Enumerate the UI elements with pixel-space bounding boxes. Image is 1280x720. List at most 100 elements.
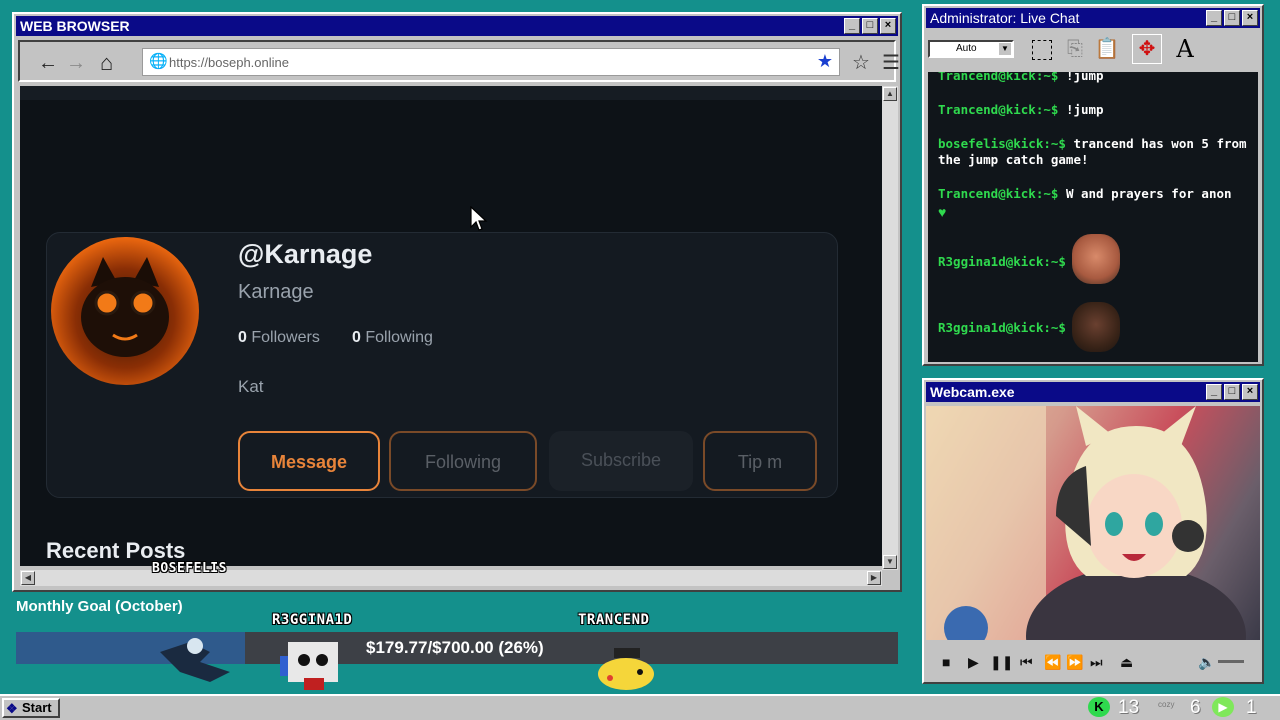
- minimize-button[interactable]: _: [1206, 10, 1222, 26]
- skip-back-icon[interactable]: ⏮: [1020, 654, 1033, 671]
- fast-forward-icon[interactable]: ⏩: [1066, 654, 1083, 671]
- globe-icon: 🌐: [149, 53, 168, 70]
- stat-followers: 6: [1190, 697, 1201, 718]
- font-size-value: Auto: [956, 43, 977, 54]
- close-button[interactable]: ×: [1242, 10, 1258, 26]
- url-text[interactable]: https://boseph.online: [169, 55, 289, 70]
- start-label: Start: [22, 700, 52, 715]
- profile-avatar[interactable]: [51, 237, 199, 385]
- chat-message: R3ggina1d@kick:~$: [938, 320, 1066, 335]
- green-heart-emote-icon: ♥: [938, 204, 947, 220]
- horizontal-scrollbar[interactable]: ◀ ▶: [20, 570, 882, 586]
- scroll-left-button[interactable]: ◀: [21, 571, 35, 585]
- url-bar[interactable]: 🌐 https://boseph.online ★: [142, 48, 840, 76]
- back-arrow-icon[interactable]: ←: [38, 52, 58, 75]
- maximize-button[interactable]: □: [1224, 10, 1240, 26]
- web-page: @Karnage Karnage 0 Followers 0 Following…: [20, 86, 882, 566]
- home-icon[interactable]: ⌂: [100, 50, 113, 76]
- media-controls: ■ ▶ ❚❚ ⏮ ⏪ ⏩ ⏭ ⏏ 🔈: [926, 642, 1260, 680]
- cat-avatar-image: [81, 257, 169, 357]
- move-icon[interactable]: ✥: [1132, 34, 1162, 64]
- eject-icon[interactable]: ⏏: [1120, 654, 1133, 671]
- select-tool-icon[interactable]: [1026, 34, 1056, 64]
- chat-username[interactable]: Trancend@kick:~$: [938, 72, 1058, 83]
- cozy-label: cozy: [1158, 700, 1175, 709]
- volume-icon[interactable]: 🔈: [1198, 654, 1215, 671]
- pause-icon[interactable]: ❚❚: [990, 654, 1013, 671]
- paste-icon[interactable]: 📋: [1092, 34, 1122, 64]
- menu-icon[interactable]: ☰: [882, 50, 900, 75]
- chevron-down-icon[interactable]: ▼: [999, 43, 1011, 55]
- forward-arrow-icon[interactable]: →: [66, 52, 86, 75]
- close-button[interactable]: ×: [1242, 384, 1258, 400]
- profile-bio: Kat: [238, 377, 264, 396]
- scroll-right-button[interactable]: ▶: [867, 571, 881, 585]
- chat-text: !jump: [1065, 72, 1104, 83]
- anime-avatar-image: [926, 406, 1246, 640]
- maximize-button[interactable]: □: [1224, 384, 1240, 400]
- chat-message: bosefelis@kick:~$ trancend has won 5 fro…: [938, 136, 1247, 151]
- skip-forward-icon[interactable]: ⏭: [1090, 654, 1103, 671]
- following-button[interactable]: Following: [389, 431, 537, 491]
- vertical-scrollbar[interactable]: ▲ ▼: [882, 86, 898, 570]
- chat-username[interactable]: bosefelis@kick:~$: [938, 136, 1066, 151]
- live-chat-window: Administrator: Live Chat _ □ × Auto ▼ ⎘ …: [922, 4, 1264, 366]
- chat-message-continuation: the jump catch game!: [938, 152, 1089, 167]
- start-button[interactable]: ❖ Start: [2, 698, 60, 718]
- profile-card: @Karnage Karnage 0 Followers 0 Following…: [46, 232, 838, 498]
- chat-username[interactable]: R3ggina1d@kick:~$: [938, 320, 1066, 335]
- following-count: 0: [352, 329, 361, 346]
- webcam-title: Webcam.exe: [930, 384, 1015, 400]
- close-button[interactable]: ×: [880, 18, 896, 34]
- subscribe-button[interactable]: Subscribe: [549, 431, 693, 491]
- minimize-button[interactable]: _: [844, 18, 860, 34]
- robot-sprite: [280, 638, 346, 692]
- webcam-video: [926, 406, 1260, 640]
- chat-toolbar: Auto ▼ ⎘ 📋 ✥ A: [926, 30, 1260, 68]
- message-button[interactable]: Message: [238, 431, 380, 491]
- chat-text: the jump catch game!: [938, 152, 1089, 167]
- bookmarked-star-icon[interactable]: ★: [817, 51, 833, 72]
- chat-username[interactable]: Trancend@kick:~$: [938, 102, 1058, 117]
- goal-progress-bar: $179.77/$700.00 (26%): [16, 632, 898, 664]
- followers-count: 0: [238, 329, 247, 346]
- play-circle-icon: ▶: [1212, 697, 1234, 717]
- stat-subs: 1: [1246, 697, 1257, 718]
- font-icon[interactable]: A: [1170, 34, 1200, 64]
- mouse-cursor-icon: [470, 206, 488, 231]
- chat-message: Trancend@kick:~$ !jump: [938, 72, 1104, 83]
- volume-slider[interactable]: [1218, 660, 1244, 663]
- browser-titlebar[interactable]: WEB BROWSER: [16, 16, 898, 36]
- player-name: R3GGINA1D: [272, 612, 353, 628]
- favorites-star-icon[interactable]: ☆: [852, 50, 870, 75]
- goal-amount: $179.77/$700.00 (26%): [366, 638, 544, 657]
- following-label: Following: [365, 329, 433, 346]
- chat-message: Trancend@kick:~$ !jump: [938, 102, 1104, 117]
- rewind-icon[interactable]: ⏪: [1044, 654, 1061, 671]
- stop-icon[interactable]: ■: [942, 654, 950, 670]
- kick-logo-icon: K: [1088, 697, 1110, 717]
- page-header-strip: [20, 86, 882, 100]
- player-name: TRANCEND: [578, 612, 650, 628]
- face-emote-icon: [1072, 234, 1120, 284]
- chat-text: W and prayers for anon: [1065, 186, 1232, 201]
- font-size-select[interactable]: Auto ▼: [928, 40, 1014, 58]
- play-icon[interactable]: ▶: [968, 654, 979, 671]
- followers-stat[interactable]: 0 Followers: [238, 329, 320, 347]
- tip-button[interactable]: Tip m: [703, 431, 817, 491]
- following-stat[interactable]: 0 Following: [352, 329, 433, 347]
- chat-username[interactable]: Trancend@kick:~$: [938, 186, 1058, 201]
- profile-display-name: Karnage: [238, 281, 314, 303]
- copy-icon[interactable]: ⎘: [1060, 34, 1090, 64]
- scroll-down-button[interactable]: ▼: [883, 555, 897, 569]
- browser-window: WEB BROWSER _ □ × ← → ⌂ 🌐 https://boseph…: [12, 12, 902, 592]
- chat-username[interactable]: R3ggina1d@kick:~$: [938, 254, 1066, 269]
- goal-title: Monthly Goal (October): [16, 598, 183, 615]
- browser-title: WEB BROWSER: [20, 18, 130, 34]
- followers-label: Followers: [251, 329, 320, 346]
- scroll-up-button[interactable]: ▲: [883, 87, 897, 101]
- maximize-button[interactable]: □: [862, 18, 878, 34]
- chat-text: trancend has won 5 from: [1073, 136, 1247, 151]
- pikachu-sprite: [590, 644, 662, 692]
- minimize-button[interactable]: _: [1206, 384, 1222, 400]
